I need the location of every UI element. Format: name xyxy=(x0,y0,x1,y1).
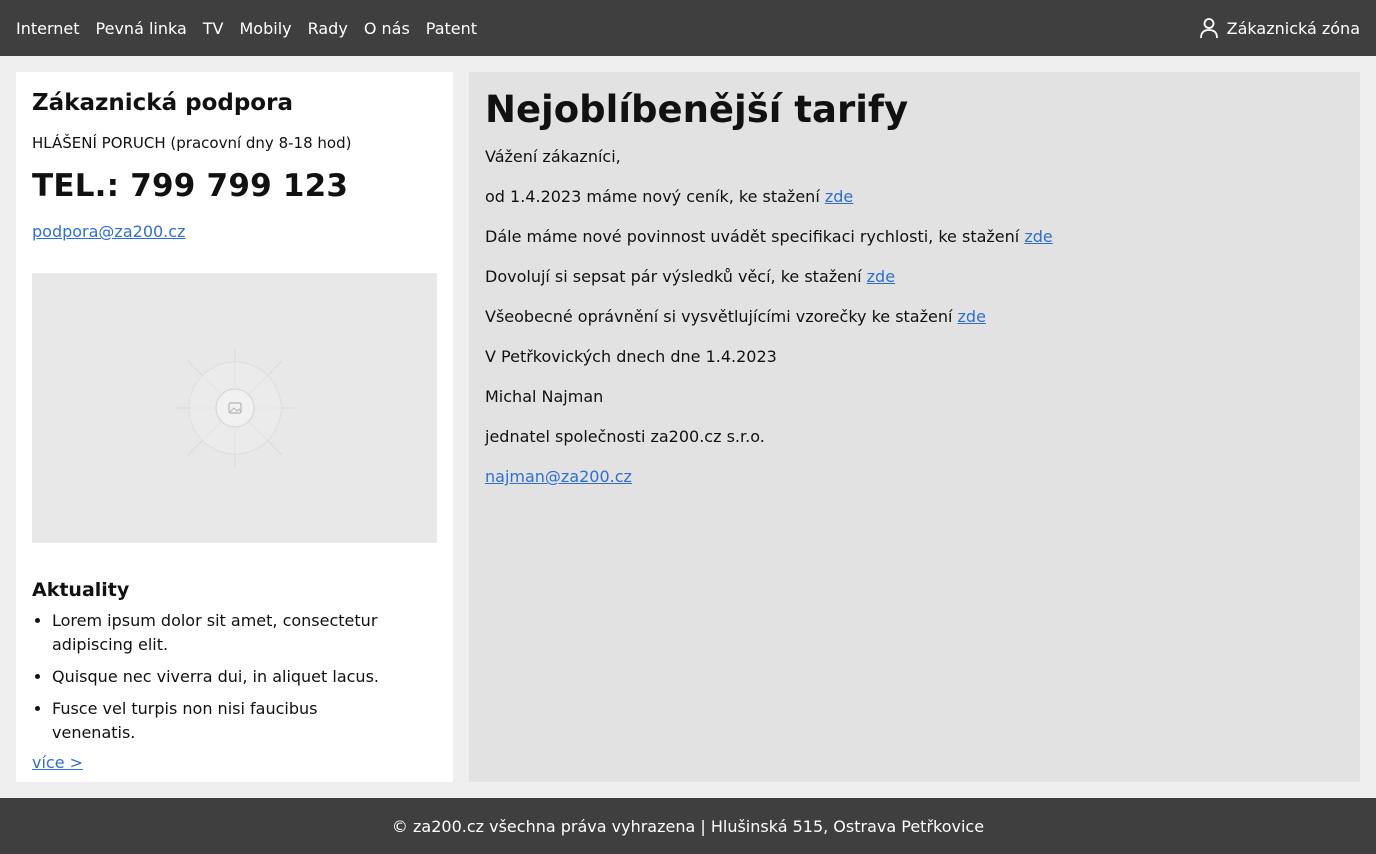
support-phone: TEL.: 799 799 123 xyxy=(32,168,349,204)
footer-text: © za200.cz všechna práva vyhrazena | Hlu… xyxy=(391,816,985,836)
customer-zone-label: Zákaznická zóna xyxy=(1226,18,1360,38)
greeting: Vážení zákazníci, xyxy=(485,147,621,166)
user-icon xyxy=(1199,17,1219,39)
news-item: Fusce vel turpis non nisi faucibus venen… xyxy=(52,697,437,745)
download-link[interactable]: zde xyxy=(867,267,895,286)
download-link[interactable]: zde xyxy=(1024,227,1052,246)
news-item: Quisque nec viverra dui, in aliquet lacu… xyxy=(52,665,437,689)
fault-report-hours: HLÁŠENÍ PORUCH (pracovní dny 8-18 hod) xyxy=(32,134,352,152)
support-sidebar: Zákaznická podpora HLÁŠENÍ PORUCH (praco… xyxy=(16,72,453,782)
support-title: Zákaznická podpora xyxy=(32,90,293,116)
signature-name: Michal Najman xyxy=(485,387,604,406)
news-item: Lorem ipsum dolor sit amet, consectetur … xyxy=(52,609,437,657)
announcement-line: od 1.4.2023 máme nový ceník, ke stažení … xyxy=(485,186,1344,208)
nav-item-pevna-linka[interactable]: Pevná linka xyxy=(96,19,187,38)
announcement-line: Všeobecné oprávnění si vysvětlujícími vz… xyxy=(485,306,1344,328)
nav-item-mobily[interactable]: Mobily xyxy=(240,19,292,38)
signature-email-line: najman@za200.cz xyxy=(485,466,1344,488)
customer-zone-link[interactable]: Zákaznická zóna xyxy=(1199,17,1360,39)
page-title: Nejoblíbenější tarify xyxy=(485,88,909,131)
announcement-text: Dovolují si sepsat pár výsledků věcí, ke… xyxy=(485,267,867,286)
main-nav: Internet Pevná linka TV Mobily Rady O ná… xyxy=(16,19,477,38)
nav-item-rady[interactable]: Rady xyxy=(308,19,348,38)
download-link[interactable]: zde xyxy=(958,307,986,326)
announcement-text: od 1.4.2023 máme nový ceník, ke stažení xyxy=(485,187,825,206)
news-list: Lorem ipsum dolor sit amet, consectetur … xyxy=(32,609,437,745)
news-title: Aktuality xyxy=(32,579,130,601)
main-content: Nejoblíbenější tarify Vážení zákazníci, … xyxy=(469,72,1360,782)
nav-item-o-nas[interactable]: O nás xyxy=(364,19,410,38)
image-placeholder xyxy=(32,273,437,543)
date-line: V Petřkovických dnech dne 1.4.2023 xyxy=(485,347,777,366)
support-email-link[interactable]: podpora@za200.cz xyxy=(32,222,185,241)
footer: © za200.cz všechna práva vyhrazena | Hlu… xyxy=(0,798,1376,854)
announcement-line: Dovolují si sepsat pár výsledků věcí, ke… xyxy=(485,266,1344,288)
download-link[interactable]: zde xyxy=(825,187,853,206)
top-navigation-bar: Internet Pevná linka TV Mobily Rady O ná… xyxy=(0,0,1376,56)
nav-item-tv[interactable]: TV xyxy=(203,19,224,38)
signature-email-link[interactable]: najman@za200.cz xyxy=(485,467,632,486)
nav-item-internet[interactable]: Internet xyxy=(16,19,80,38)
nav-item-patent[interactable]: Patent xyxy=(426,19,477,38)
announcement-text: Dále máme nové povinnost uvádět specifik… xyxy=(485,227,1025,246)
signature-role: jednatel společnosti za200.cz s.r.o. xyxy=(485,427,765,446)
announcement-line: Dále máme nové povinnost uvádět specifik… xyxy=(485,226,1344,248)
announcement-text: Všeobecné oprávnění si vysvětlujícími vz… xyxy=(485,307,958,326)
image-placeholder-icon xyxy=(174,348,295,468)
more-news-link[interactable]: více > xyxy=(32,753,83,772)
